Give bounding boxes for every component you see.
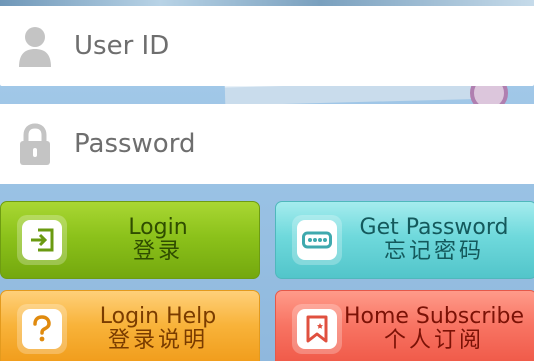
get-password-label-en: Get Password — [359, 214, 509, 240]
login-label-en: Login — [128, 214, 188, 240]
user-id-input[interactable] — [74, 22, 534, 70]
login-enter-icon — [17, 215, 67, 265]
password-dots-icon — [292, 215, 342, 265]
bookmark-icon — [292, 304, 342, 354]
question-icon — [17, 304, 67, 354]
login-help-label-en: Login Help — [99, 303, 217, 329]
user-id-field[interactable] — [0, 6, 534, 86]
home-subscribe-label-zh: 个人订阅 — [383, 328, 484, 353]
home-subscribe-button[interactable]: Home Subscribe 个人订阅 — [275, 290, 534, 361]
password-input[interactable] — [74, 120, 534, 168]
login-button[interactable]: Login 登录 — [0, 201, 260, 279]
login-help-label-zh: 登录说明 — [107, 328, 208, 353]
password-field[interactable] — [0, 104, 534, 184]
get-password-label-zh: 忘记密码 — [383, 239, 484, 264]
lock-icon — [16, 122, 54, 166]
home-subscribe-label-en: Home Subscribe — [343, 303, 525, 329]
login-label-zh: 登录 — [132, 239, 183, 264]
user-icon — [16, 24, 54, 68]
get-password-button[interactable]: Get Password 忘记密码 — [275, 201, 534, 279]
login-help-button[interactable]: Login Help 登录说明 — [0, 290, 260, 361]
